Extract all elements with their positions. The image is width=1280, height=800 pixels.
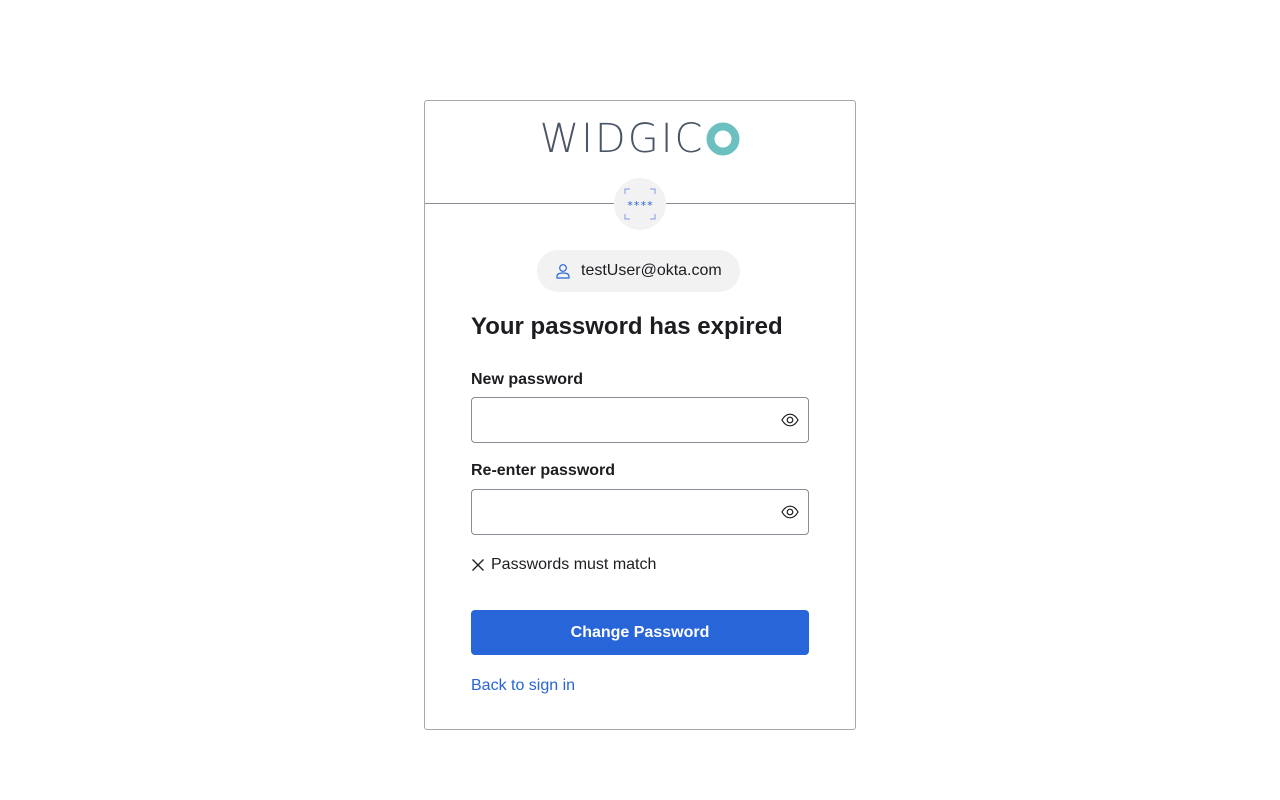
confirm-password-field-wrapper xyxy=(471,489,809,535)
requirement-text: Passwords must match xyxy=(491,556,657,573)
new-password-label: New password xyxy=(471,371,584,388)
confirm-password-label: Re-enter password xyxy=(471,462,616,479)
close-icon xyxy=(472,559,484,571)
confirm-password-input[interactable] xyxy=(472,490,762,534)
user-icon xyxy=(556,264,570,279)
brand-logo: WIDGIC xyxy=(425,117,855,161)
user-identifier: testUser@okta.com xyxy=(581,262,722,279)
password-factor-badge: **** xyxy=(614,178,666,230)
back-to-sign-in-link[interactable]: Back to sign in xyxy=(471,676,575,696)
new-password-field-wrapper xyxy=(471,397,809,443)
logo-text: WIDGIC xyxy=(539,116,705,162)
auth-card: WIDGIC **** testUser@okta.com Your passw… xyxy=(424,100,856,730)
change-password-button[interactable]: Change Password xyxy=(471,610,809,655)
new-password-input[interactable] xyxy=(472,398,762,442)
user-identifier-pill: testUser@okta.com xyxy=(537,250,740,292)
password-glyph: **** xyxy=(627,199,654,212)
show-confirm-password-button[interactable] xyxy=(780,502,800,522)
logo-ring-icon xyxy=(706,122,740,156)
eye-icon xyxy=(781,505,799,519)
page-title: Your password has expired xyxy=(471,313,783,340)
show-new-password-button[interactable] xyxy=(780,410,800,430)
password-match-requirement: Passwords must match xyxy=(471,555,656,575)
eye-icon xyxy=(781,413,799,427)
password-icon: **** xyxy=(624,188,656,220)
